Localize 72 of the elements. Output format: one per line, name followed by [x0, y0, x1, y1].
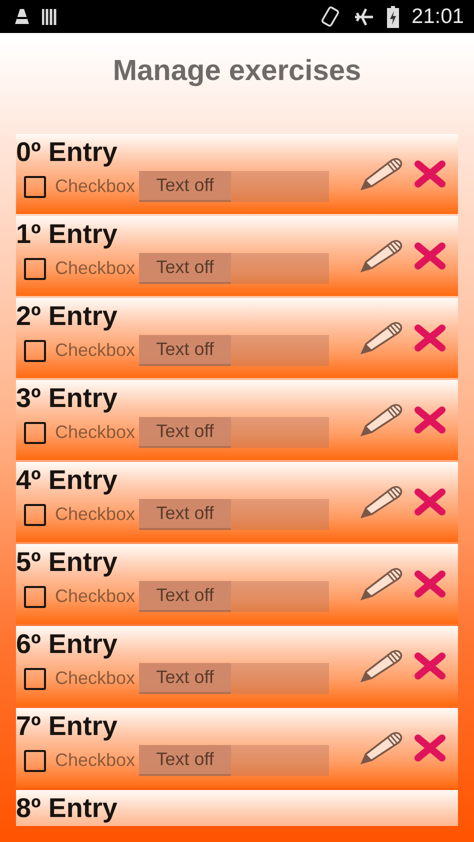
checkbox[interactable]: [24, 668, 46, 690]
pencil-icon: [358, 566, 404, 602]
toggle-switch[interactable]: Text off: [139, 745, 330, 776]
pencil-icon: [358, 320, 404, 356]
checkbox[interactable]: [24, 750, 46, 772]
checkbox-label: Checkbox: [55, 586, 136, 607]
pencil-icon: [358, 402, 404, 438]
delete-icon: [414, 734, 446, 762]
checkbox[interactable]: [24, 340, 46, 362]
delete-button[interactable]: [414, 652, 446, 680]
delete-icon: [414, 324, 446, 352]
screen-title: Manage exercises: [112, 55, 362, 88]
pencil-icon: [358, 484, 404, 520]
bars-icon: [42, 8, 58, 26]
battery-icon: [387, 6, 400, 28]
entry-title: 2º Entry: [16, 301, 118, 331]
edit-button[interactable]: [358, 402, 404, 438]
toggle-switch[interactable]: Text off: [139, 663, 330, 694]
delete-icon: [414, 652, 446, 680]
delete-button[interactable]: [414, 160, 446, 188]
entry-title: 0º Entry: [16, 137, 118, 167]
toggle-switch[interactable]: Text off: [139, 253, 330, 284]
checkbox[interactable]: [24, 504, 46, 526]
delete-icon: [414, 570, 446, 598]
delete-icon: [414, 242, 446, 270]
checkbox-label: Checkbox: [55, 750, 136, 771]
edit-button[interactable]: [358, 566, 404, 602]
toggle-switch[interactable]: Text off: [139, 171, 330, 202]
delete-button[interactable]: [414, 242, 446, 270]
pencil-icon: [358, 238, 404, 274]
toggle-switch[interactable]: Text off: [139, 499, 330, 530]
checkbox[interactable]: [24, 258, 46, 280]
entry-title: 5º Entry: [16, 547, 118, 577]
entry-title: 6º Entry: [16, 629, 118, 659]
entry-title: 3º Entry: [16, 383, 118, 413]
entry-title: 1º Entry: [16, 219, 118, 249]
checkbox-label: Checkbox: [55, 422, 136, 443]
airplane-icon: [353, 6, 376, 26]
edit-button[interactable]: [358, 320, 404, 356]
checkbox-label: Checkbox: [55, 258, 136, 279]
delete-button[interactable]: [414, 570, 446, 598]
checkbox-label: Checkbox: [55, 668, 136, 689]
entry-title: 8º Entry: [16, 793, 118, 823]
entry-title: 7º Entry: [16, 711, 118, 741]
pencil-icon: [358, 730, 404, 766]
status-time: 21:01: [411, 4, 464, 28]
toggle-switch[interactable]: Text off: [139, 581, 330, 612]
checkbox-label: Checkbox: [55, 176, 136, 197]
delete-button[interactable]: [414, 324, 446, 352]
delete-icon: [414, 160, 446, 188]
edit-button[interactable]: [358, 238, 404, 274]
phone-rotate-icon: [319, 6, 342, 28]
entry-title: 4º Entry: [16, 465, 118, 495]
toggle-switch[interactable]: Text off: [139, 335, 330, 366]
checkbox[interactable]: [24, 422, 46, 444]
toggle-switch[interactable]: Text off: [139, 417, 330, 448]
checkbox[interactable]: [24, 176, 46, 198]
delete-button[interactable]: [414, 488, 446, 516]
edit-button[interactable]: [358, 648, 404, 684]
pencil-icon: [358, 156, 404, 192]
delete-button[interactable]: [414, 406, 446, 434]
edit-button[interactable]: [358, 156, 404, 192]
cone-icon: [14, 8, 30, 26]
edit-button[interactable]: [358, 730, 404, 766]
checkbox[interactable]: [24, 586, 46, 608]
edit-button[interactable]: [358, 484, 404, 520]
checkbox-label: Checkbox: [55, 504, 136, 525]
delete-button[interactable]: [414, 734, 446, 762]
pencil-icon: [358, 648, 404, 684]
delete-icon: [414, 488, 446, 516]
delete-icon: [414, 406, 446, 434]
checkbox-label: Checkbox: [55, 340, 136, 361]
